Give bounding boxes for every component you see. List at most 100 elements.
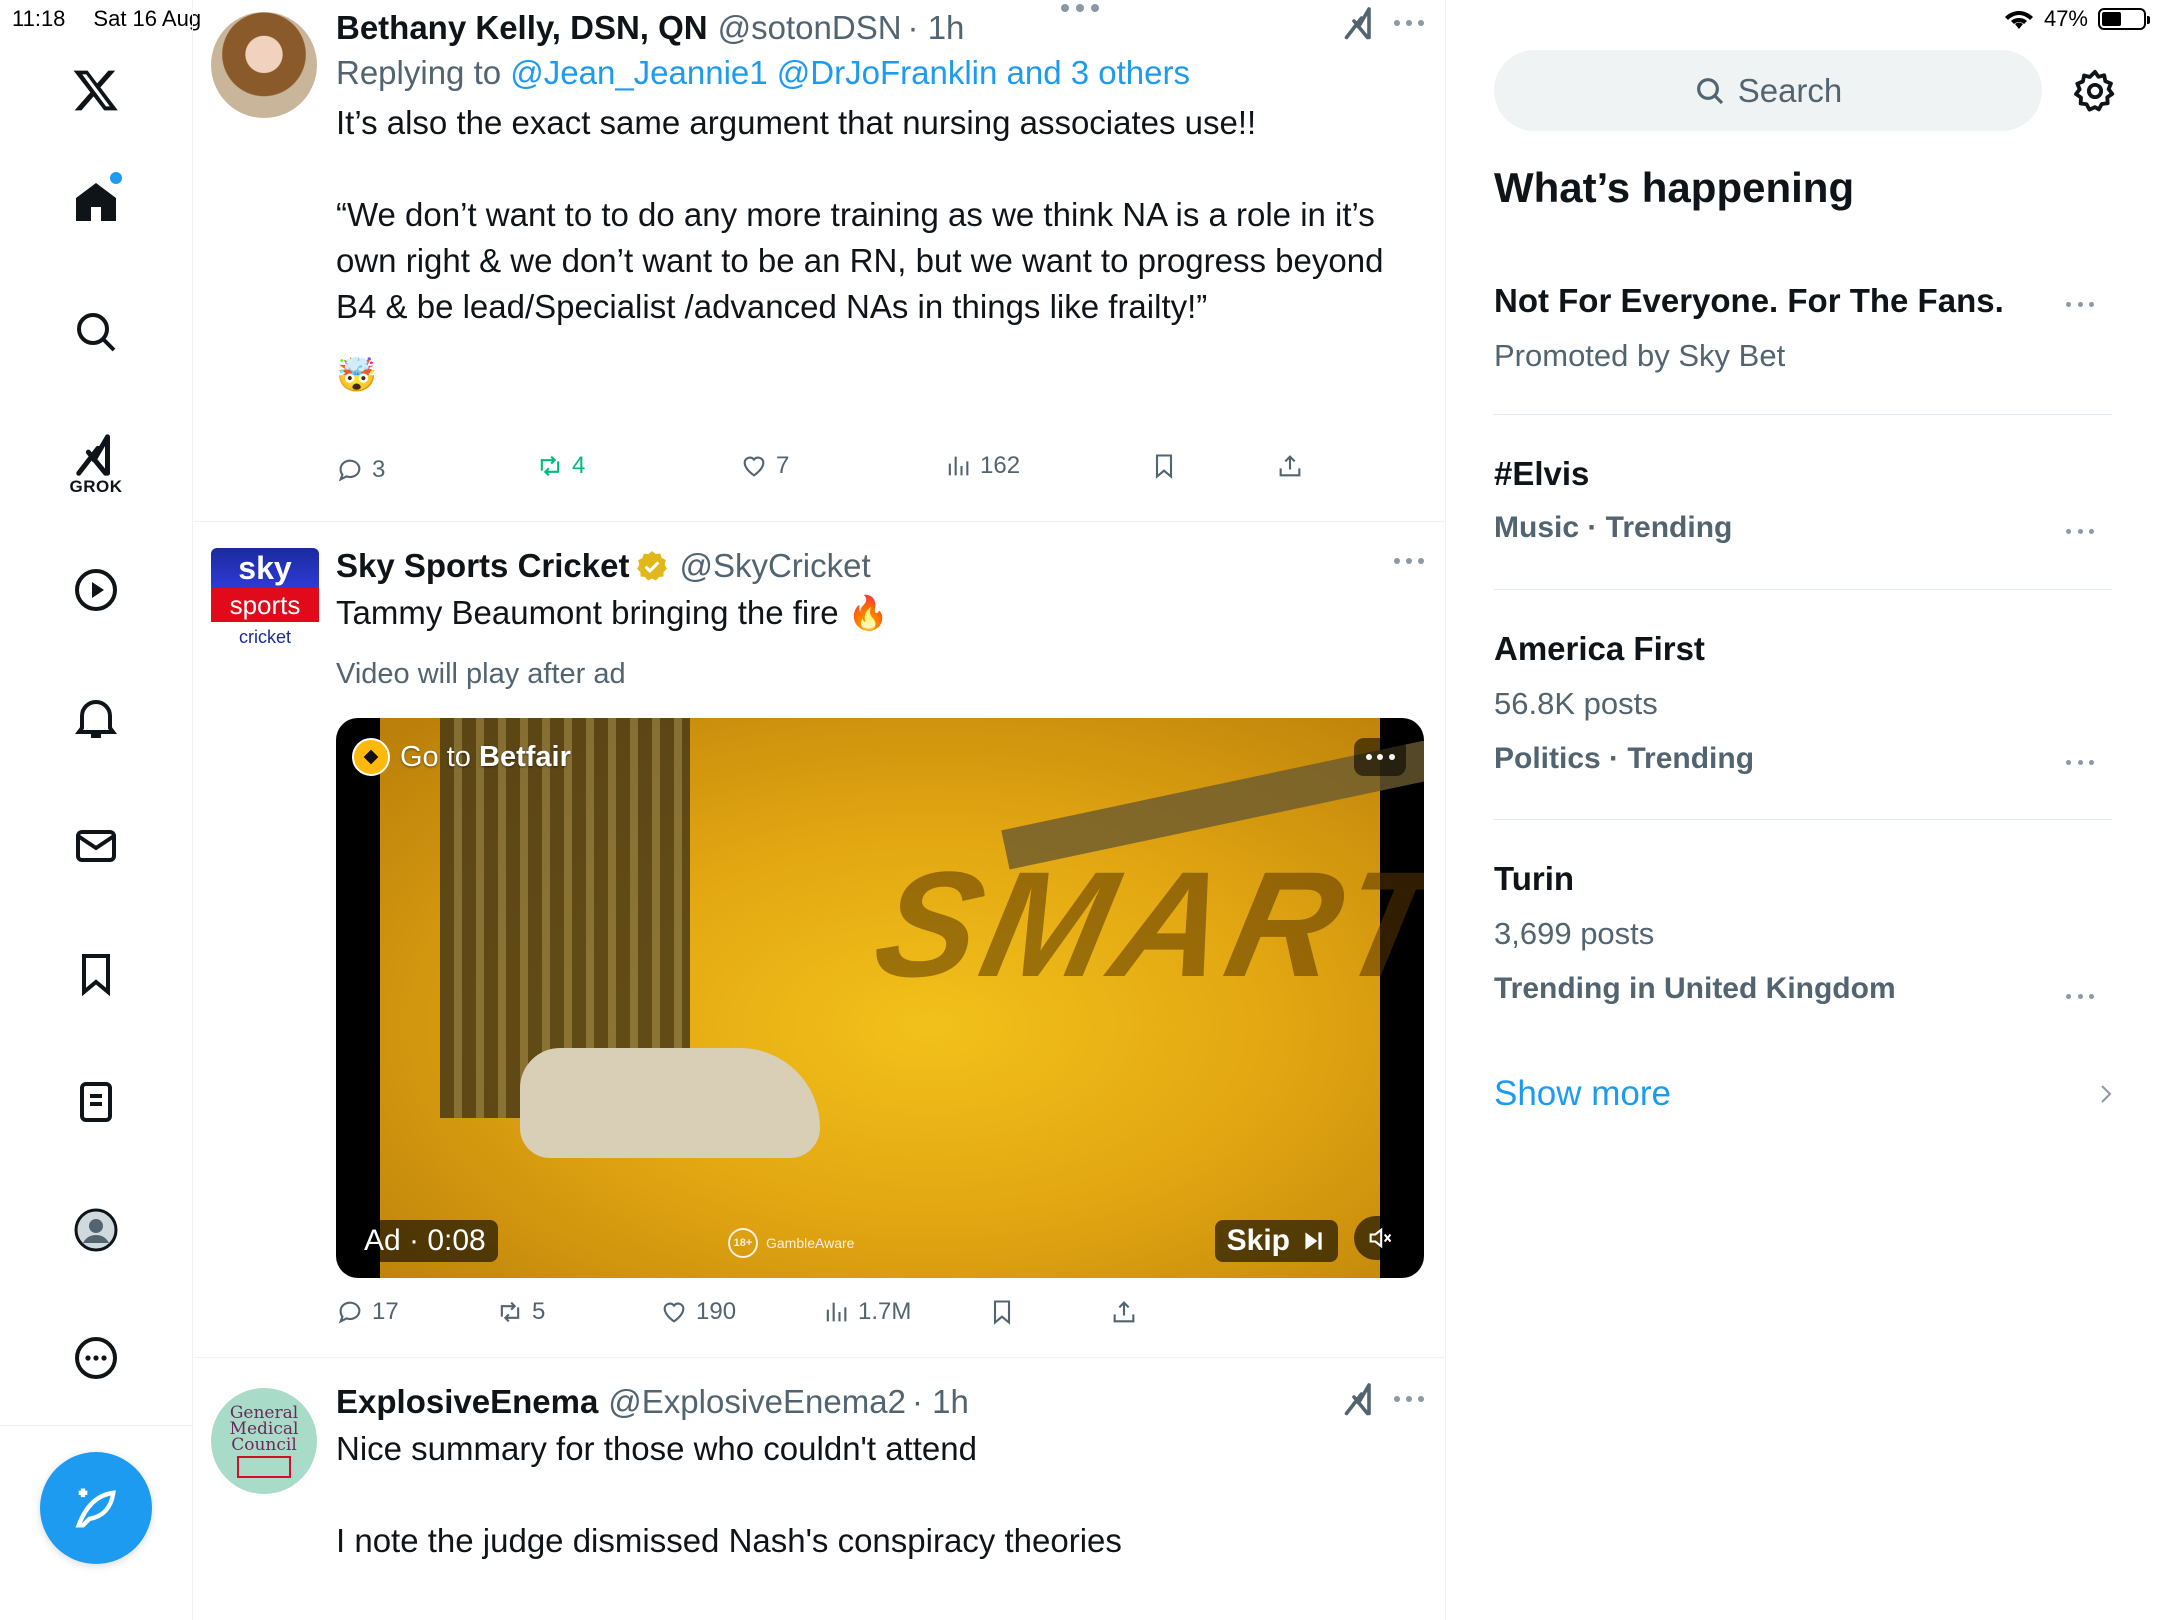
advertiser-name: Betfair (479, 740, 571, 773)
go-to-advertiser-link[interactable]: Go to Betfair (352, 738, 571, 776)
profile-avatar-icon[interactable] (64, 1198, 128, 1262)
like-button[interactable]: 190 (660, 1298, 736, 1326)
like-count: 7 (776, 452, 790, 479)
trend-promoted-by: Promoted by Sky Bet (1494, 338, 1786, 373)
repost-icon (500, 1301, 520, 1323)
tweet-body: Sky Sports Cricket @SkyCricket Tammy Bea… (336, 544, 1428, 691)
fire-emoji: 🔥 (847, 594, 889, 631)
avatar-sky-sports[interactable]: sky sports cricket (211, 548, 319, 656)
lists-icon[interactable] (64, 1070, 128, 1134)
reply-button[interactable]: 3 (336, 456, 385, 484)
trend-more-icon[interactable] (2066, 992, 2094, 1000)
reply-count: 3 (372, 456, 386, 483)
grok-label: GROK (69, 477, 123, 496)
trend-item-promoted[interactable]: Not For Everyone. For The Fans. Promoted… (1494, 270, 2112, 415)
tweet-explosive-enema[interactable]: General Medical Council ExplosiveEnema @… (194, 1358, 1445, 1620)
tweet-more-icon[interactable] (1394, 1384, 1424, 1414)
bookmark-button[interactable] (988, 1298, 1016, 1326)
tweet-bethany-kelly[interactable]: Bethany Kelly, DSN, QN @sotonDSN · 1h Re… (194, 0, 1445, 522)
search-icon[interactable] (64, 300, 128, 364)
tweet-body: ExplosiveEnema @ExplosiveEnema2 · 1h Nic… (336, 1380, 1428, 1564)
left-nav: GROK (0, 0, 193, 1620)
notifications-bell-icon[interactable] (64, 686, 128, 750)
trend-more-icon[interactable] (2066, 527, 2094, 535)
grok-nav-item[interactable]: GROK (64, 425, 128, 505)
heart-icon (743, 456, 765, 477)
compose-post-button[interactable] (40, 1452, 152, 1564)
heart-icon (663, 1302, 685, 1323)
video-note: Video will play after ad (336, 658, 626, 690)
author-handle[interactable]: @SkyCricket (679, 547, 870, 585)
search-input[interactable]: Search (1494, 50, 2042, 131)
trend-more-icon[interactable] (2066, 300, 2094, 308)
grok-explain-icon[interactable] (1342, 1382, 1378, 1418)
replying-to-label: Replying to (336, 54, 511, 91)
skip-icon (1305, 1232, 1322, 1250)
reply-count: 17 (372, 1298, 399, 1325)
avatar[interactable] (211, 12, 317, 118)
avatar-gmc[interactable]: General Medical Council (211, 1388, 317, 1494)
trend-item-elvis[interactable]: #Elvis Music · Trending (1494, 415, 2112, 590)
author-handle[interactable]: @sotonDSN (718, 9, 902, 47)
skip-ad-button[interactable]: Skip (1214, 1220, 1338, 1262)
home-icon[interactable] (64, 170, 128, 234)
share-button[interactable] (1276, 452, 1304, 480)
repost-button[interactable]: 4 (536, 452, 585, 480)
tweet-sky-sports-cricket[interactable]: sky sports cricket Sky Sports Cricket @S… (194, 522, 1445, 1358)
replying-to: Replying to @Jean_Jeannie1 @DrJoFranklin… (336, 54, 1428, 92)
tweet-more-icon[interactable] (1394, 546, 1424, 576)
timeline-feed: Bethany Kelly, DSN, QN @sotonDSN · 1h Re… (194, 0, 1446, 1620)
age-18-badge: 18+ (728, 1228, 758, 1258)
author-handle[interactable]: @ExplosiveEnema2 (608, 1383, 906, 1421)
repost-count: 5 (532, 1298, 546, 1325)
repost-button[interactable]: 5 (496, 1298, 545, 1326)
more-options-icon[interactable] (64, 1326, 128, 1390)
views-chart-icon (826, 1302, 847, 1322)
tweet-text: It’s also the exact same argument that n… (336, 104, 1384, 325)
video-more-icon[interactable] (1354, 738, 1406, 776)
views-button[interactable]: 162 (944, 452, 1020, 480)
video-shoe-graphic (520, 1048, 820, 1158)
share-button[interactable] (1110, 1298, 1138, 1326)
tweet-more-icon[interactable] (1394, 8, 1424, 38)
tweet-body: Bethany Kelly, DSN, QN @sotonDSN · 1h Re… (336, 6, 1428, 398)
like-count: 190 (696, 1298, 737, 1325)
x-logo-icon[interactable] (64, 58, 128, 122)
drag-handle-dots[interactable] (1061, 4, 1099, 12)
ad-video-player[interactable]: SMART Go to Betfair Ad · 0:08 18+ GambleA… (336, 718, 1424, 1278)
author-name[interactable]: Sky Sports Cricket (336, 547, 629, 585)
go-to-label: Go to (400, 740, 479, 773)
right-sidebar: Search What’s happening Not For Everyone… (1446, 0, 2160, 1620)
reply-icon (338, 459, 361, 482)
repost-count: 4 (572, 452, 586, 479)
trend-item-turin[interactable]: Turin 3,699 posts Trending in United Kin… (1494, 820, 2112, 1030)
verified-badge-icon (637, 551, 668, 581)
messages-envelope-icon[interactable] (64, 814, 128, 878)
trend-item-america-first[interactable]: America First 56.8K posts Politics · Tre… (1494, 590, 2112, 820)
search-placeholder: Search (1737, 71, 1843, 109)
repost-icon (540, 455, 560, 477)
bookmark-icon (1155, 454, 1173, 479)
replying-to-users-link[interactable]: @Jean_Jeannie1 @DrJoFranklin and 3 other… (510, 54, 1190, 91)
author-name[interactable]: Bethany Kelly, DSN, QN (336, 9, 708, 47)
bookmarks-icon[interactable] (64, 942, 128, 1006)
reply-button[interactable]: 17 (336, 1298, 399, 1326)
show-more-link[interactable]: Show more (1494, 1074, 1671, 1114)
whats-happening-title: What’s happening (1494, 164, 1855, 211)
tweet-time: · 1h (911, 1383, 969, 1420)
gamble-aware-text: GambleAware (766, 1235, 855, 1251)
speaker-muted-icon (1369, 1227, 1392, 1249)
video-icon[interactable] (64, 558, 128, 622)
trend-more-icon[interactable] (2066, 758, 2094, 766)
mute-button[interactable] (1354, 1216, 1406, 1260)
grok-explain-icon[interactable] (1342, 6, 1378, 42)
bookmark-button[interactable] (1150, 452, 1178, 480)
home-unread-dot (110, 172, 122, 184)
settings-gear-icon[interactable] (2072, 68, 2118, 114)
tweet-text: Tammy Beaumont bringing the fire 🔥 (336, 590, 1428, 636)
author-name[interactable]: ExplosiveEnema (336, 1383, 598, 1421)
like-button[interactable]: 7 (740, 452, 789, 480)
views-button[interactable]: 1.7M (822, 1298, 911, 1326)
trend-title: #Elvis (1494, 455, 1590, 492)
share-icon (1279, 455, 1301, 477)
